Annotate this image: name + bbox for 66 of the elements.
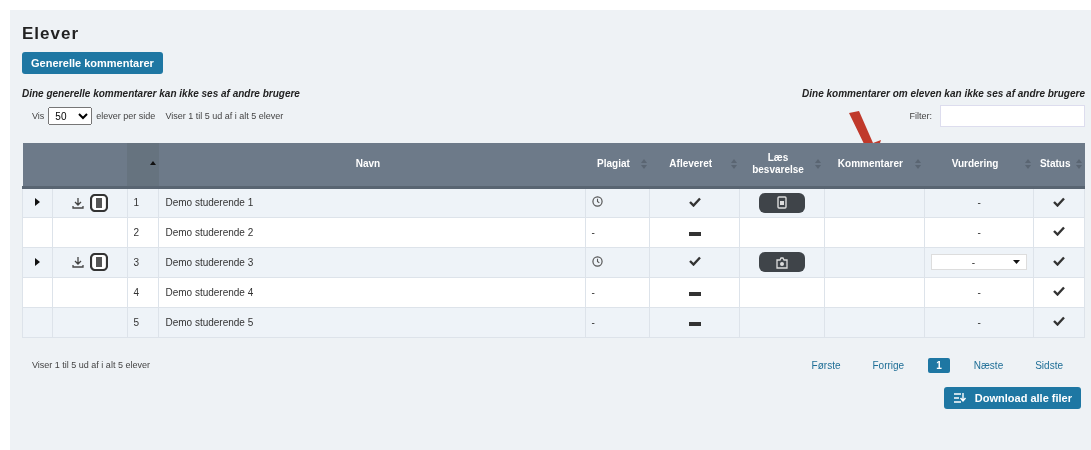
download-icon[interactable] [71, 196, 84, 209]
general-comments-button[interactable]: Generelle kommentarer [22, 52, 163, 74]
check-icon [1053, 196, 1066, 207]
column-header[interactable]: Kommentarer [824, 143, 925, 187]
student-name: Demo studerende 4 [165, 286, 254, 298]
filter-label: Filter: [909, 111, 932, 121]
grade-select[interactable]: - [930, 254, 1028, 270]
check-icon [1053, 316, 1066, 326]
row-number: 5 [133, 316, 140, 328]
read-answer-button[interactable] [759, 192, 805, 213]
student-name: Demo studerende 5 [165, 316, 254, 328]
check-icon [1053, 256, 1066, 266]
dash-icon [688, 321, 701, 326]
clock-icon [591, 196, 603, 207]
table-cell: - [977, 316, 981, 328]
document-icon[interactable] [89, 193, 108, 212]
length-label: elever per side [96, 111, 156, 121]
student-name: Demo studerende 3 [165, 256, 254, 268]
download-all-button[interactable]: Download alle filer [943, 386, 1081, 409]
caret-icon [1013, 260, 1021, 264]
row-number: 3 [133, 256, 140, 268]
column-header[interactable]: Plagiat [585, 143, 650, 187]
page-link[interactable]: Næste [965, 357, 1012, 373]
column-header[interactable]: Læs besvarelse [739, 143, 825, 187]
row-number: 4 [133, 286, 140, 298]
expand-icon[interactable] [34, 198, 40, 206]
length-label: Vis [32, 111, 45, 121]
table-cell: - [977, 286, 981, 298]
info-text: Viser 1 til 5 ud af i alt 5 elever [32, 360, 150, 370]
page-link[interactable]: 1 [928, 357, 950, 373]
check-icon [688, 196, 701, 207]
check-icon [1053, 286, 1066, 296]
page-length-select[interactable]: 50 [48, 107, 93, 125]
table-cell: - [591, 226, 595, 238]
page-link[interactable]: Forrige [864, 357, 913, 373]
document-icon[interactable] [89, 253, 108, 271]
filter-field[interactable] [940, 105, 1085, 127]
document-icon [777, 196, 787, 209]
note-text: Dine kommentarer om eleven kan ikke ses af andre brugere [802, 88, 1085, 99]
camera-icon [776, 255, 788, 269]
table-cell: - [591, 316, 595, 328]
student-name: Demo studerende 1 [165, 197, 254, 208]
row-number: 1 [133, 197, 140, 208]
column-header[interactable]: Afleveret [649, 143, 740, 187]
column-header[interactable]: Status [1033, 143, 1085, 187]
table-cell: - [977, 197, 981, 208]
table-cell: - [591, 286, 595, 298]
dash-icon [688, 291, 701, 296]
table-cell: - [977, 226, 981, 238]
check-icon [1053, 226, 1066, 236]
student-name: Demo studerende 2 [165, 226, 254, 238]
expand-icon[interactable] [34, 257, 40, 266]
column-header[interactable]: Navn [158, 143, 586, 187]
note-text: Dine generelle kommentarer kan ikke ses af andre brugere [22, 88, 300, 99]
column-header[interactable]: Vurdering [924, 143, 1034, 187]
dash-icon [688, 231, 701, 236]
page-link[interactable]: Første [803, 357, 849, 373]
check-icon [688, 256, 701, 266]
page-link[interactable]: Sidste [1027, 357, 1071, 373]
clock-icon [591, 255, 603, 267]
download-icon[interactable] [71, 256, 84, 268]
read-answer-button[interactable] [759, 252, 805, 272]
info-text: Viser 1 til 5 ud af i alt 5 elever [165, 111, 284, 121]
download-icon [952, 391, 967, 404]
page-title: Elever [22, 24, 81, 44]
row-number: 2 [133, 226, 140, 238]
